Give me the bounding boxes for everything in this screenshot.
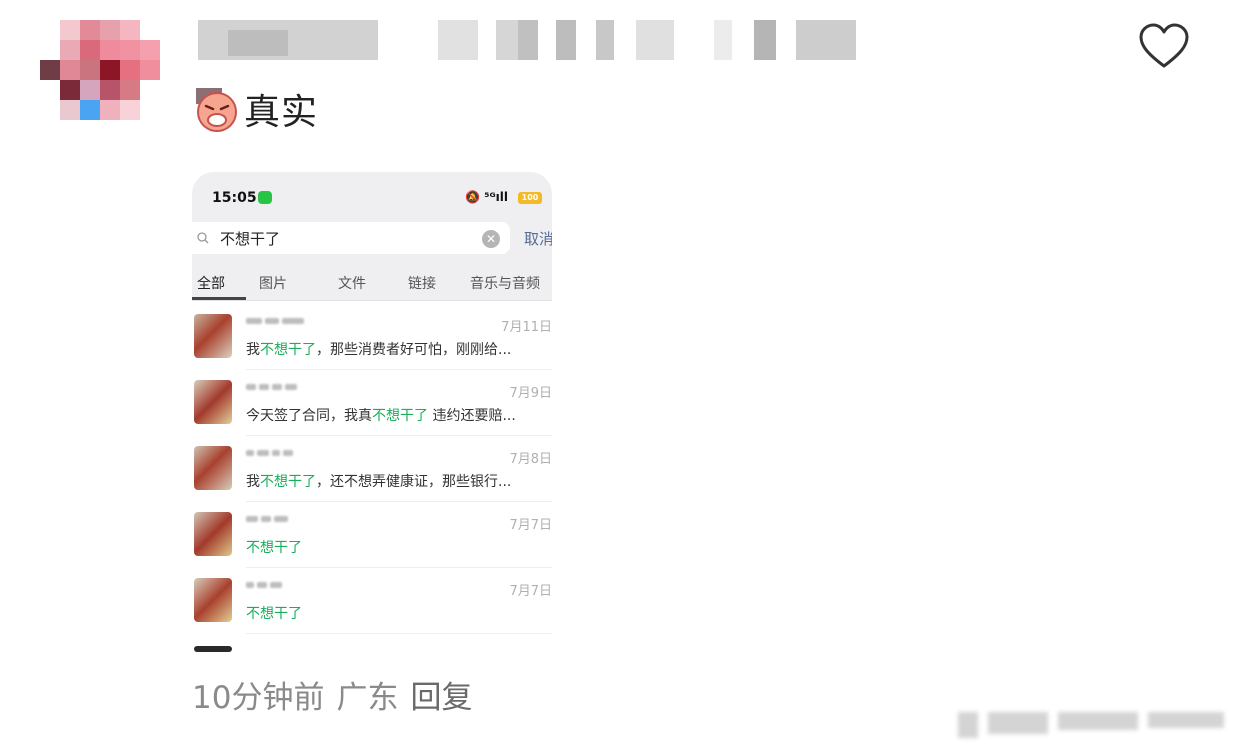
contact-avatar xyxy=(194,646,232,652)
tab-images[interactable]: 图片 xyxy=(259,273,287,293)
battery-icon: 100 xyxy=(518,192,542,204)
chat-app-icon xyxy=(258,191,272,204)
result-snippet: 今天签了合同，我真不想干了 违约还要赔... xyxy=(246,408,516,424)
watermark-blurred xyxy=(958,708,1230,742)
contact-name-blurred xyxy=(246,582,282,592)
status-time: 15:05 xyxy=(212,190,257,206)
phone-status-bar: 15:05 🔕 ⁵ᴳıll 100 xyxy=(192,172,552,220)
contact-avatar xyxy=(194,512,232,556)
search-result-row[interactable]: 7月7日 不想干了 xyxy=(192,568,552,634)
reply-button[interactable]: 回复 xyxy=(410,680,472,716)
search-input[interactable]: 不想干了 ✕ xyxy=(192,222,510,254)
search-result-row[interactable]: 7月9日 今天签了合同，我真不想干了 违约还要赔... xyxy=(192,370,552,436)
tab-files[interactable]: 文件 xyxy=(338,273,366,293)
contact-avatar xyxy=(194,578,232,622)
active-tab-indicator xyxy=(192,297,246,300)
cancel-button[interactable]: 取消 xyxy=(524,228,552,249)
result-snippet: 不想干了 xyxy=(246,540,302,556)
tab-music-audio[interactable]: 音乐与音频 xyxy=(470,273,540,293)
tab-links[interactable]: 链接 xyxy=(408,273,436,293)
result-snippet: 不想干了 xyxy=(246,606,302,622)
attached-screenshot[interactable]: 15:05 🔕 ⁵ᴳıll 100 不想干了 ✕ 取消 全部 图片 文件 链接 … xyxy=(192,172,552,652)
result-snippet: 我不想干了，那些消费者好可怕，刚刚给... xyxy=(246,342,512,358)
weary-face-icon xyxy=(194,86,240,132)
contact-name-blurred xyxy=(246,516,288,526)
contact-avatar xyxy=(194,446,232,490)
search-icon xyxy=(197,232,209,244)
contact-name-blurred xyxy=(246,450,293,460)
search-result-row-partial[interactable] xyxy=(192,634,552,652)
contact-name-blurred xyxy=(246,318,304,328)
comment-content: 真实 xyxy=(194,84,318,134)
search-query: 不想干了 xyxy=(220,230,281,248)
comment-text: 真实 xyxy=(244,92,319,133)
result-date: 7月9日 xyxy=(509,386,552,401)
clear-icon[interactable]: ✕ xyxy=(482,230,500,248)
result-date: 7月11日 xyxy=(501,320,552,335)
contact-name-blurred xyxy=(246,384,297,394)
result-snippet: 我不想干了，还不想弄健康证，那些银行... xyxy=(246,474,512,490)
search-result-row[interactable]: 7月7日 不想干了 xyxy=(192,502,552,568)
like-heart-icon[interactable] xyxy=(1138,22,1190,70)
result-date: 7月8日 xyxy=(509,452,552,467)
result-date: 7月7日 xyxy=(509,518,552,533)
search-result-row[interactable]: 7月8日 我不想干了，还不想弄健康证，那些银行... xyxy=(192,436,552,502)
result-date: 7月7日 xyxy=(509,584,552,599)
filter-tabs: 全部 图片 文件 链接 音乐与音频 xyxy=(192,260,552,301)
signal-icon: 🔕 ⁵ᴳıll xyxy=(465,190,508,204)
commenter-avatar[interactable] xyxy=(40,20,160,120)
tab-all[interactable]: 全部 xyxy=(197,273,225,293)
contact-avatar xyxy=(194,380,232,424)
comment-location: 广东 xyxy=(336,680,399,716)
search-result-row[interactable]: 7月11日 我不想干了，那些消费者好可怕，刚刚给... xyxy=(192,304,552,370)
commenter-name-blurred[interactable] xyxy=(198,20,858,60)
comment-time: 10分钟前 xyxy=(192,680,325,716)
search-bar: 不想干了 ✕ 取消 xyxy=(192,220,552,260)
comment-meta: 10分钟前 广东 回复 xyxy=(192,672,484,717)
contact-avatar xyxy=(194,314,232,358)
